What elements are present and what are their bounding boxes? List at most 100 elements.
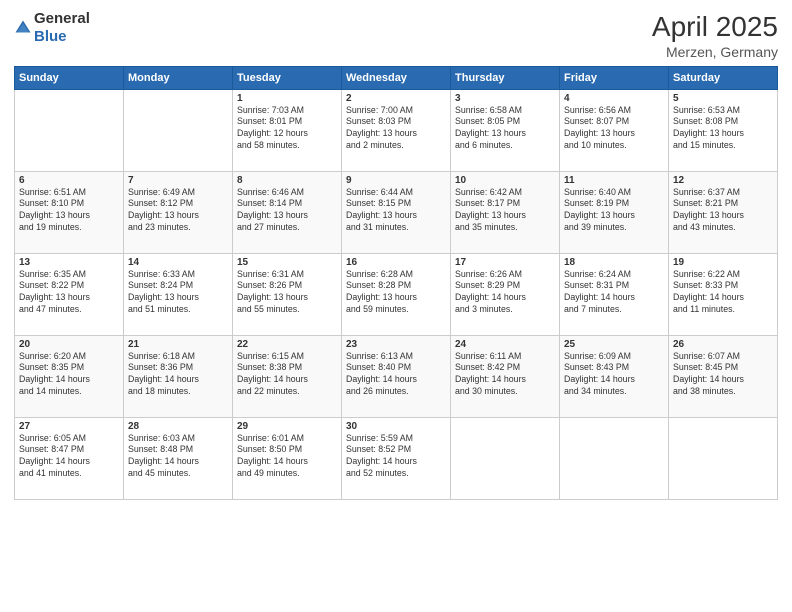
day-info: Sunrise: 6:33 AM Sunset: 8:24 PM Dayligh… bbox=[128, 269, 199, 315]
day-info: Sunrise: 6:31 AM Sunset: 8:26 PM Dayligh… bbox=[237, 269, 308, 315]
day-number: 14 bbox=[128, 257, 228, 268]
day-cell: 12Sunrise: 6:37 AM Sunset: 8:21 PM Dayli… bbox=[669, 171, 778, 253]
day-number: 1 bbox=[237, 93, 337, 104]
day-number: 29 bbox=[237, 421, 337, 432]
day-info: Sunrise: 6:20 AM Sunset: 8:35 PM Dayligh… bbox=[19, 351, 90, 397]
day-cell: 9Sunrise: 6:44 AM Sunset: 8:15 PM Daylig… bbox=[342, 171, 451, 253]
day-number: 16 bbox=[346, 257, 446, 268]
day-info: Sunrise: 6:58 AM Sunset: 8:05 PM Dayligh… bbox=[455, 105, 526, 151]
day-info: Sunrise: 6:07 AM Sunset: 8:45 PM Dayligh… bbox=[673, 351, 744, 397]
day-cell: 7Sunrise: 6:49 AM Sunset: 8:12 PM Daylig… bbox=[124, 171, 233, 253]
week-row-4: 27Sunrise: 6:05 AM Sunset: 8:47 PM Dayli… bbox=[15, 417, 778, 499]
day-info: Sunrise: 6:22 AM Sunset: 8:33 PM Dayligh… bbox=[673, 269, 744, 315]
day-number: 7 bbox=[128, 175, 228, 186]
day-info: Sunrise: 6:11 AM Sunset: 8:42 PM Dayligh… bbox=[455, 351, 526, 397]
logo-blue: Blue bbox=[34, 28, 67, 45]
day-cell: 29Sunrise: 6:01 AM Sunset: 8:50 PM Dayli… bbox=[233, 417, 342, 499]
day-cell: 2Sunrise: 7:00 AM Sunset: 8:03 PM Daylig… bbox=[342, 89, 451, 171]
day-cell: 1Sunrise: 7:03 AM Sunset: 8:01 PM Daylig… bbox=[233, 89, 342, 171]
day-cell bbox=[15, 89, 124, 171]
col-sunday: Sunday bbox=[15, 66, 124, 89]
page: General Blue April 2025 Merzen, Germany … bbox=[0, 0, 792, 612]
day-cell: 5Sunrise: 6:53 AM Sunset: 8:08 PM Daylig… bbox=[669, 89, 778, 171]
day-info: Sunrise: 6:01 AM Sunset: 8:50 PM Dayligh… bbox=[237, 433, 308, 479]
day-number: 5 bbox=[673, 93, 773, 104]
day-cell: 17Sunrise: 6:26 AM Sunset: 8:29 PM Dayli… bbox=[451, 253, 560, 335]
day-info: Sunrise: 6:24 AM Sunset: 8:31 PM Dayligh… bbox=[564, 269, 635, 315]
day-cell: 8Sunrise: 6:46 AM Sunset: 8:14 PM Daylig… bbox=[233, 171, 342, 253]
day-number: 27 bbox=[19, 421, 119, 432]
week-row-0: 1Sunrise: 7:03 AM Sunset: 8:01 PM Daylig… bbox=[15, 89, 778, 171]
day-cell bbox=[124, 89, 233, 171]
day-cell bbox=[451, 417, 560, 499]
day-info: Sunrise: 6:09 AM Sunset: 8:43 PM Dayligh… bbox=[564, 351, 635, 397]
day-info: Sunrise: 6:37 AM Sunset: 8:21 PM Dayligh… bbox=[673, 187, 744, 233]
day-number: 9 bbox=[346, 175, 446, 186]
day-info: Sunrise: 5:59 AM Sunset: 8:52 PM Dayligh… bbox=[346, 433, 417, 479]
day-cell: 4Sunrise: 6:56 AM Sunset: 8:07 PM Daylig… bbox=[560, 89, 669, 171]
day-number: 19 bbox=[673, 257, 773, 268]
calendar-title: April 2025 bbox=[652, 10, 778, 44]
day-cell: 20Sunrise: 6:20 AM Sunset: 8:35 PM Dayli… bbox=[15, 335, 124, 417]
day-number: 23 bbox=[346, 339, 446, 350]
day-info: Sunrise: 6:15 AM Sunset: 8:38 PM Dayligh… bbox=[237, 351, 308, 397]
day-number: 15 bbox=[237, 257, 337, 268]
day-number: 22 bbox=[237, 339, 337, 350]
logo: General Blue bbox=[14, 10, 90, 46]
day-cell: 24Sunrise: 6:11 AM Sunset: 8:42 PM Dayli… bbox=[451, 335, 560, 417]
day-info: Sunrise: 6:42 AM Sunset: 8:17 PM Dayligh… bbox=[455, 187, 526, 233]
day-number: 8 bbox=[237, 175, 337, 186]
day-number: 6 bbox=[19, 175, 119, 186]
day-info: Sunrise: 6:18 AM Sunset: 8:36 PM Dayligh… bbox=[128, 351, 199, 397]
calendar-subtitle: Merzen, Germany bbox=[652, 44, 778, 60]
day-info: Sunrise: 6:35 AM Sunset: 8:22 PM Dayligh… bbox=[19, 269, 90, 315]
day-number: 11 bbox=[564, 175, 664, 186]
day-number: 17 bbox=[455, 257, 555, 268]
day-number: 21 bbox=[128, 339, 228, 350]
calendar-body: 1Sunrise: 7:03 AM Sunset: 8:01 PM Daylig… bbox=[15, 89, 778, 499]
col-tuesday: Tuesday bbox=[233, 66, 342, 89]
day-cell: 27Sunrise: 6:05 AM Sunset: 8:47 PM Dayli… bbox=[15, 417, 124, 499]
day-cell: 3Sunrise: 6:58 AM Sunset: 8:05 PM Daylig… bbox=[451, 89, 560, 171]
col-monday: Monday bbox=[124, 66, 233, 89]
day-number: 2 bbox=[346, 93, 446, 104]
day-number: 28 bbox=[128, 421, 228, 432]
day-number: 4 bbox=[564, 93, 664, 104]
day-cell: 10Sunrise: 6:42 AM Sunset: 8:17 PM Dayli… bbox=[451, 171, 560, 253]
calendar-header: Sunday Monday Tuesday Wednesday Thursday… bbox=[15, 66, 778, 89]
day-number: 26 bbox=[673, 339, 773, 350]
day-cell: 19Sunrise: 6:22 AM Sunset: 8:33 PM Dayli… bbox=[669, 253, 778, 335]
col-thursday: Thursday bbox=[451, 66, 560, 89]
day-cell: 13Sunrise: 6:35 AM Sunset: 8:22 PM Dayli… bbox=[15, 253, 124, 335]
week-row-3: 20Sunrise: 6:20 AM Sunset: 8:35 PM Dayli… bbox=[15, 335, 778, 417]
col-friday: Friday bbox=[560, 66, 669, 89]
day-info: Sunrise: 6:28 AM Sunset: 8:28 PM Dayligh… bbox=[346, 269, 417, 315]
day-cell: 11Sunrise: 6:40 AM Sunset: 8:19 PM Dayli… bbox=[560, 171, 669, 253]
day-cell: 6Sunrise: 6:51 AM Sunset: 8:10 PM Daylig… bbox=[15, 171, 124, 253]
day-info: Sunrise: 6:56 AM Sunset: 8:07 PM Dayligh… bbox=[564, 105, 635, 151]
week-row-2: 13Sunrise: 6:35 AM Sunset: 8:22 PM Dayli… bbox=[15, 253, 778, 335]
day-info: Sunrise: 6:13 AM Sunset: 8:40 PM Dayligh… bbox=[346, 351, 417, 397]
day-info: Sunrise: 6:49 AM Sunset: 8:12 PM Dayligh… bbox=[128, 187, 199, 233]
day-cell: 22Sunrise: 6:15 AM Sunset: 8:38 PM Dayli… bbox=[233, 335, 342, 417]
day-info: Sunrise: 7:03 AM Sunset: 8:01 PM Dayligh… bbox=[237, 105, 308, 151]
day-info: Sunrise: 6:44 AM Sunset: 8:15 PM Dayligh… bbox=[346, 187, 417, 233]
day-cell: 14Sunrise: 6:33 AM Sunset: 8:24 PM Dayli… bbox=[124, 253, 233, 335]
day-cell: 30Sunrise: 5:59 AM Sunset: 8:52 PM Dayli… bbox=[342, 417, 451, 499]
week-row-1: 6Sunrise: 6:51 AM Sunset: 8:10 PM Daylig… bbox=[15, 171, 778, 253]
day-cell: 23Sunrise: 6:13 AM Sunset: 8:40 PM Dayli… bbox=[342, 335, 451, 417]
day-number: 10 bbox=[455, 175, 555, 186]
day-number: 20 bbox=[19, 339, 119, 350]
day-number: 25 bbox=[564, 339, 664, 350]
days-of-week-row: Sunday Monday Tuesday Wednesday Thursday… bbox=[15, 66, 778, 89]
day-info: Sunrise: 6:03 AM Sunset: 8:48 PM Dayligh… bbox=[128, 433, 199, 479]
day-number: 24 bbox=[455, 339, 555, 350]
calendar-table: Sunday Monday Tuesday Wednesday Thursday… bbox=[14, 66, 778, 500]
day-info: Sunrise: 6:05 AM Sunset: 8:47 PM Dayligh… bbox=[19, 433, 90, 479]
day-cell: 25Sunrise: 6:09 AM Sunset: 8:43 PM Dayli… bbox=[560, 335, 669, 417]
day-info: Sunrise: 6:46 AM Sunset: 8:14 PM Dayligh… bbox=[237, 187, 308, 233]
day-cell bbox=[560, 417, 669, 499]
day-info: Sunrise: 6:53 AM Sunset: 8:08 PM Dayligh… bbox=[673, 105, 744, 151]
day-cell: 18Sunrise: 6:24 AM Sunset: 8:31 PM Dayli… bbox=[560, 253, 669, 335]
title-block: April 2025 Merzen, Germany bbox=[652, 10, 778, 60]
